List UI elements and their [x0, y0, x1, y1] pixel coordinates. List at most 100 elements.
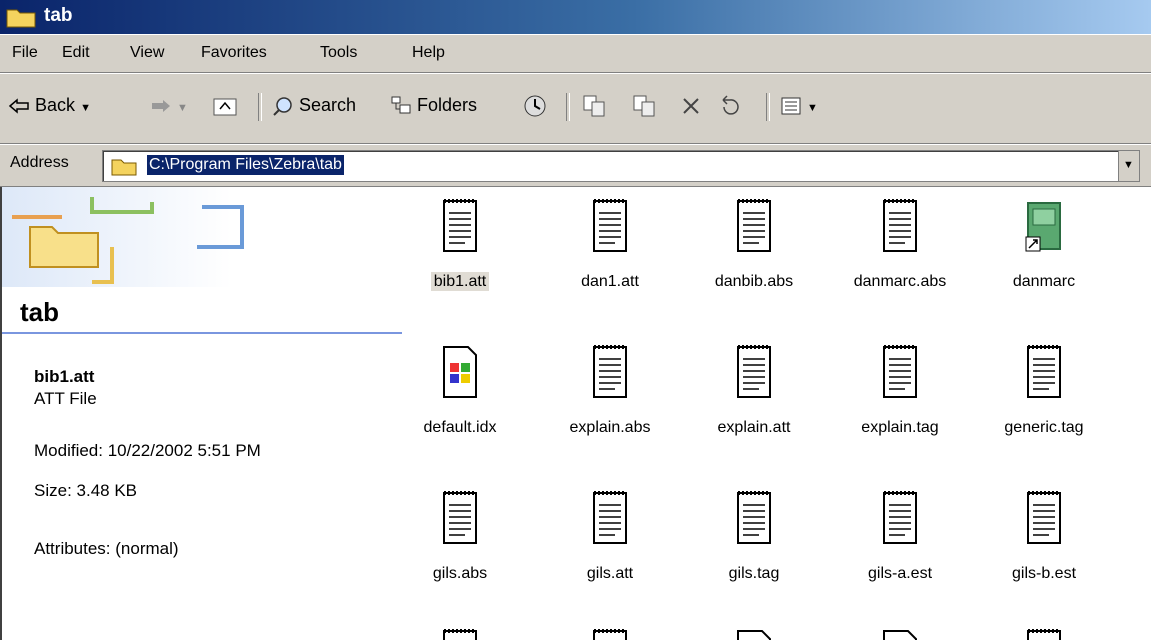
text-file-icon: [593, 491, 627, 544]
folders-icon: [391, 96, 411, 114]
folders-button[interactable]: Folders: [390, 89, 477, 121]
menu-file[interactable]: File: [12, 44, 38, 62]
text-file-icon: [737, 491, 771, 544]
file-item[interactable]: danmarc: [984, 191, 1104, 321]
back-button[interactable]: Back ▼: [8, 89, 91, 121]
file-item[interactable]: generic.tag: [984, 337, 1104, 467]
title-bar[interactable]: tab: [0, 0, 1151, 34]
text-file-icon: [443, 199, 477, 252]
text-file-icon: [593, 345, 627, 398]
file-name: danbib.abs: [714, 273, 794, 290]
delete-button[interactable]: [680, 89, 702, 121]
file-name: gils-b.est: [1011, 565, 1077, 582]
file-item[interactable]: gils-b.est: [984, 483, 1104, 613]
views-dropdown-icon[interactable]: ▼: [807, 102, 818, 114]
back-dropdown-icon[interactable]: ▼: [80, 102, 91, 114]
text-file-icon: [1027, 345, 1061, 398]
selected-file-attributes: Attributes: (normal): [34, 539, 179, 558]
delete-icon: [683, 98, 699, 114]
address-label: Address: [10, 154, 69, 171]
text-file-icon: [883, 345, 917, 398]
undo-button[interactable]: [718, 89, 742, 121]
move-to-icon: [583, 95, 605, 117]
file-name: gils.abs: [432, 565, 488, 582]
file-name: danmarc: [1012, 273, 1076, 290]
text-file-icon: [883, 491, 917, 544]
file-name: gils.tag: [728, 565, 780, 582]
file-name: gils-a.est: [867, 565, 933, 582]
address-field[interactable]: C:\Program Files\Zebra\tab ▼: [102, 150, 1140, 182]
file-item[interactable]: gils.abs: [400, 483, 520, 613]
text-file-icon: [1027, 491, 1061, 544]
folder-banner-icon: [2, 187, 244, 287]
content-area: tab bib1.att ATT File Modified: 10/22/20…: [0, 187, 1151, 640]
file-item[interactable]: explain.tag: [840, 337, 960, 467]
back-arrow-icon: [8, 98, 29, 114]
text-file-icon: [593, 199, 627, 252]
text-file-icon[interactable]: [1024, 627, 1064, 640]
file-item[interactable]: gils.att: [550, 483, 670, 613]
toolbar-separator: [566, 93, 570, 121]
menu-view[interactable]: View: [130, 44, 164, 62]
search-button[interactable]: Search: [272, 89, 356, 121]
folders-label: Folders: [417, 95, 478, 115]
search-icon: [273, 97, 292, 116]
up-folder-icon: [213, 98, 237, 116]
history-icon: [524, 95, 546, 117]
file-item[interactable]: bib1.att: [400, 191, 520, 321]
menu-bar: File Edit View Favorites Tools Help: [0, 34, 1151, 73]
up-folder-button[interactable]: [212, 89, 238, 121]
text-file-icon[interactable]: [590, 627, 630, 640]
shortcut-icon: [1025, 202, 1061, 252]
file-item[interactable]: explain.abs: [550, 337, 670, 467]
file-name: explain.att: [717, 419, 791, 436]
selected-file-size: Size: 3.48 KB: [34, 481, 138, 500]
details-pane: tab bib1.att ATT File Modified: 10/22/20…: [2, 187, 402, 640]
file-name: gils.att: [586, 565, 634, 582]
file-item[interactable]: gils-a.est: [840, 483, 960, 613]
text-file-icon[interactable]: [440, 627, 480, 640]
file-name: explain.abs: [569, 419, 651, 436]
undo-icon: [722, 95, 739, 115]
menu-edit[interactable]: Edit: [62, 44, 90, 62]
menu-help[interactable]: Help: [412, 44, 445, 62]
file-item[interactable]: danbib.abs: [694, 191, 814, 321]
chevron-down-icon: ▼: [1123, 159, 1134, 171]
folder-icon: [111, 159, 137, 176]
windows-file-icon: [443, 346, 477, 398]
history-button[interactable]: [522, 89, 548, 121]
file-icon[interactable]: [880, 627, 920, 640]
selected-file-type: ATT File: [34, 389, 97, 408]
file-name: bib1.att: [430, 272, 490, 291]
file-item[interactable]: dan1.att: [550, 191, 670, 321]
address-input[interactable]: C:\Program Files\Zebra\tab: [147, 155, 344, 175]
toolbar-separator: [258, 93, 262, 121]
file-item[interactable]: danmarc.abs: [840, 191, 960, 321]
text-file-icon: [737, 199, 771, 252]
file-item[interactable]: default.idx: [400, 337, 520, 467]
folder-icon: [6, 9, 36, 28]
search-label: Search: [299, 95, 357, 115]
forward-button[interactable]: ▼: [150, 89, 188, 121]
menu-favorites[interactable]: Favorites: [201, 44, 267, 62]
forward-arrow-icon: [152, 100, 170, 113]
views-button[interactable]: ▼: [780, 89, 818, 121]
copy-to-icon: [633, 95, 655, 117]
file-item[interactable]: gils.tag: [694, 483, 814, 613]
file-name: generic.tag: [1004, 419, 1084, 436]
window-title: tab: [44, 5, 73, 26]
address-dropdown-button[interactable]: ▼: [1118, 151, 1139, 181]
move-to-button[interactable]: [582, 89, 608, 121]
copy-to-button[interactable]: [632, 89, 658, 121]
file-item[interactable]: explain.att: [694, 337, 814, 467]
folder-title: tab: [20, 297, 59, 327]
file-name: dan1.att: [581, 273, 639, 290]
text-file-icon: [737, 345, 771, 398]
forward-dropdown-icon[interactable]: ▼: [177, 102, 188, 114]
divider: [2, 332, 402, 334]
views-icon: [781, 97, 801, 115]
file-icon[interactable]: [734, 627, 774, 640]
text-file-icon: [443, 491, 477, 544]
back-label: Back: [35, 95, 76, 115]
menu-tools[interactable]: Tools: [320, 44, 357, 62]
